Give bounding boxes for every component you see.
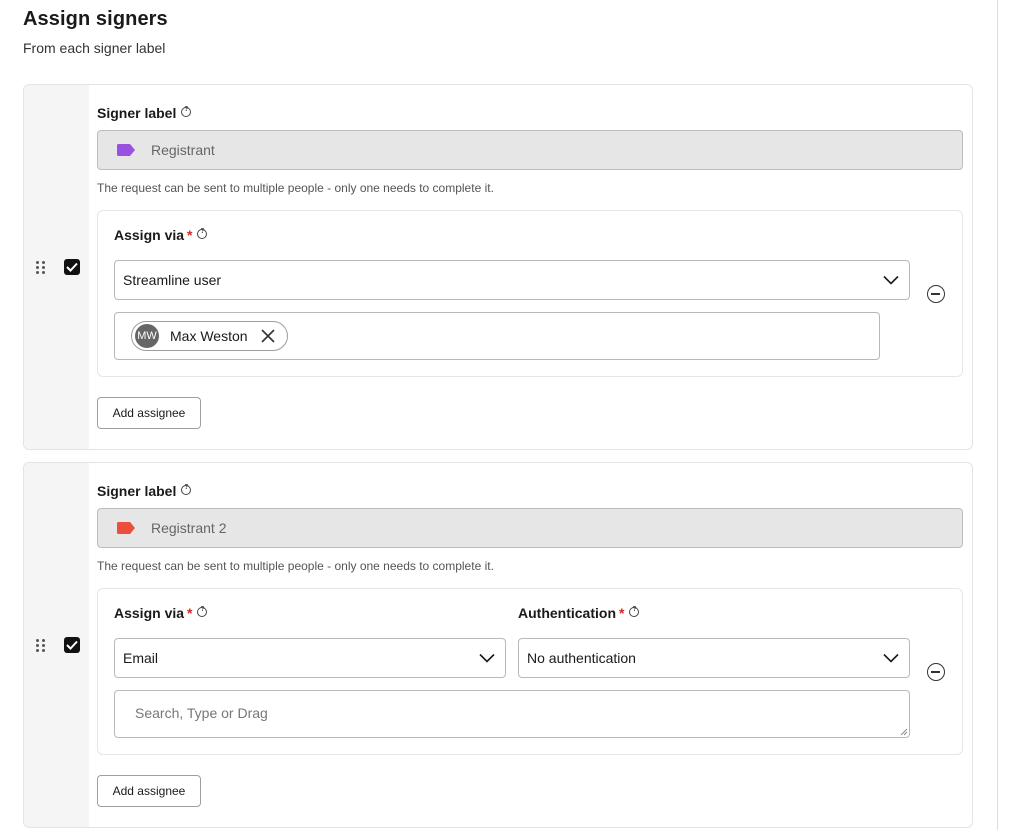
chevron-down-icon [479, 653, 495, 663]
signer-checkbox[interactable] [64, 259, 80, 275]
close-icon[interactable] [261, 329, 275, 343]
authentication-label: Authentication * [518, 605, 640, 621]
help-icon[interactable] [197, 228, 208, 239]
help-icon[interactable] [181, 106, 192, 117]
chevron-down-icon [883, 653, 899, 663]
label-tag-shape [117, 522, 135, 534]
signer-checkbox[interactable] [64, 637, 80, 653]
assign-via-select[interactable]: Email [114, 638, 506, 678]
help-icon[interactable] [197, 606, 208, 617]
assignee-name: Max Weston [170, 328, 248, 344]
page-subtitle: From each signer label [23, 40, 166, 56]
assignee-picker[interactable]: MW Max Weston [114, 312, 880, 360]
assignee-chip: MW Max Weston [131, 321, 288, 351]
assign-panel: Assign via* Authentication* Email No aut… [97, 588, 963, 755]
checkmark-icon [66, 262, 78, 272]
help-icon[interactable] [181, 484, 192, 495]
assignee-search-input[interactable] [114, 690, 910, 738]
multiple-signers-hint: The request can be sent to multiple peop… [97, 559, 494, 573]
checkmark-icon [66, 640, 78, 650]
signer-card-1: Signer label Registrant The request can … [23, 84, 973, 450]
panel-divider [997, 0, 998, 830]
signer-label-heading: Signer label [97, 105, 192, 121]
authentication-select[interactable]: No authentication [518, 638, 910, 678]
signer-card-2: Signer label Registrant 2 The request ca… [23, 462, 973, 828]
chevron-down-icon [883, 275, 899, 285]
label-tag-icon [117, 144, 135, 156]
page-title: Assign signers [23, 8, 168, 30]
label-tag-icon [117, 522, 135, 534]
multiple-signers-hint: The request can be sent to multiple peop… [97, 181, 494, 195]
signer-label-heading: Signer label [97, 483, 192, 499]
signer-label-field: Registrant 2 [97, 508, 963, 548]
assign-panel: Assign via* Streamline user MW Max Westo… [97, 210, 963, 377]
drag-handle-icon[interactable] [35, 638, 47, 654]
drag-handle-icon[interactable] [35, 260, 47, 276]
assign-via-label: Assign via * [114, 227, 208, 243]
remove-assignee-button[interactable] [927, 285, 945, 303]
signer-label-value: Registrant [151, 142, 215, 158]
resize-grip-icon[interactable] [900, 728, 908, 736]
add-assignee-button[interactable]: Add assignee [97, 397, 201, 429]
signer-label-field: Registrant [97, 130, 963, 170]
add-assignee-button[interactable]: Add assignee [97, 775, 201, 807]
help-icon[interactable] [629, 606, 640, 617]
signer-label-value: Registrant 2 [151, 520, 227, 536]
avatar: MW [135, 324, 159, 348]
assign-via-label: Assign via * [114, 605, 208, 621]
remove-assignee-button[interactable] [927, 663, 945, 681]
assign-via-select[interactable]: Streamline user [114, 260, 910, 300]
label-tag-shape [117, 144, 135, 156]
